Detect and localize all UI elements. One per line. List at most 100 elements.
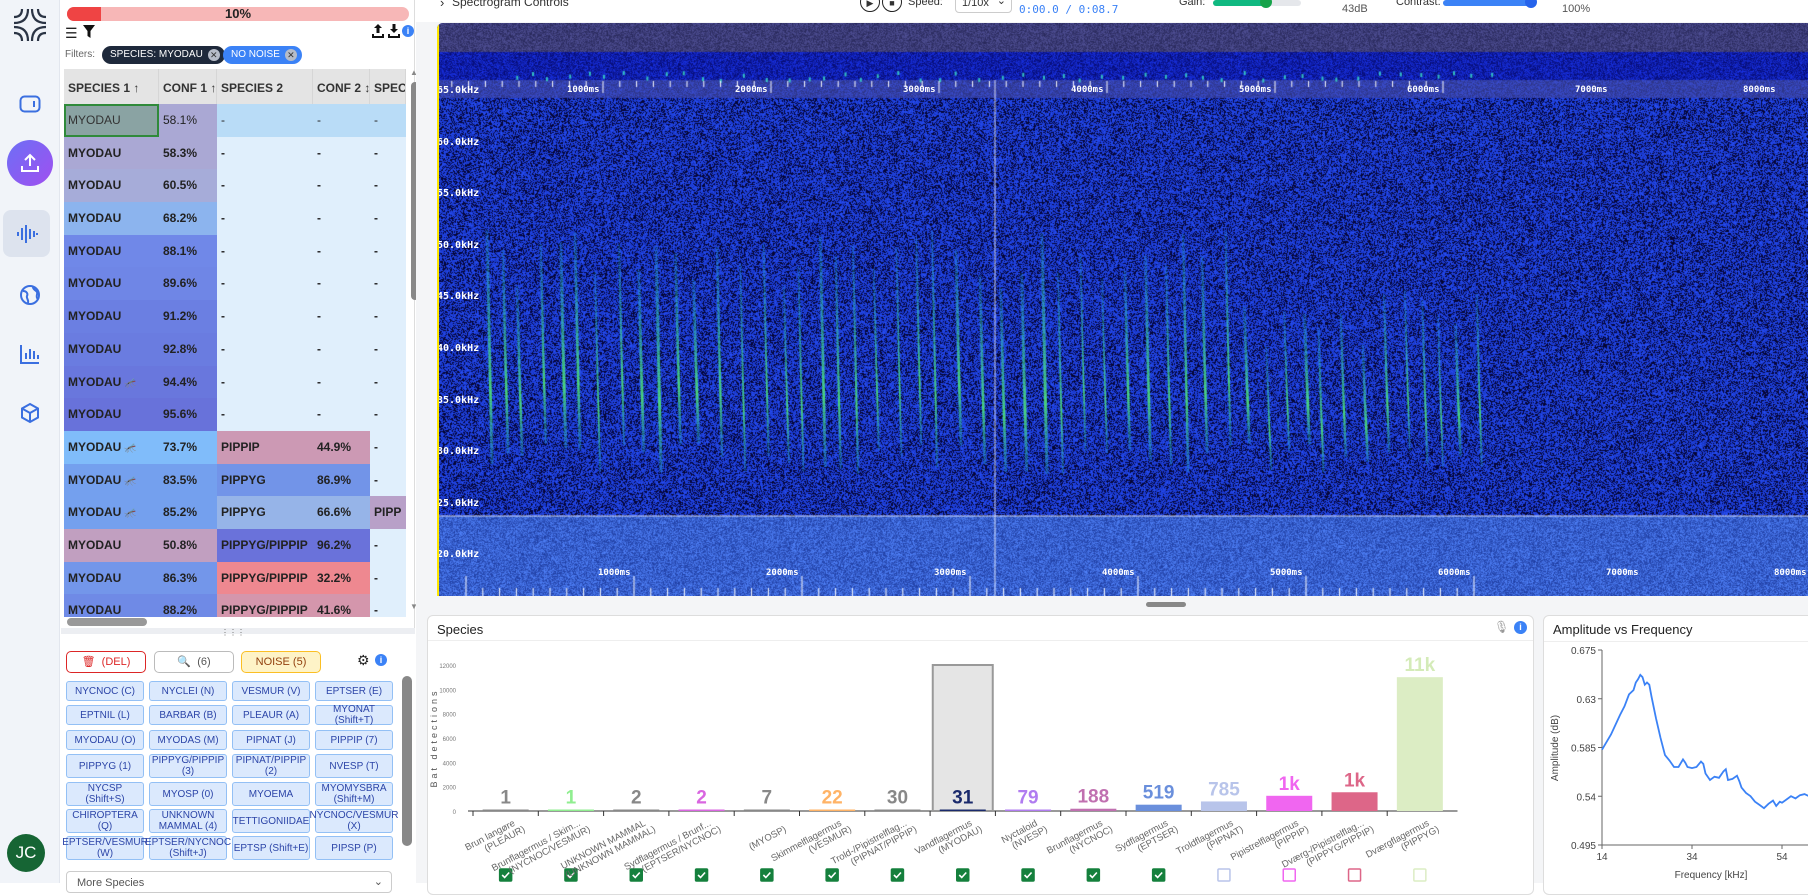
species-button[interactable]: EPTNIL (L) [66,705,144,725]
cell-conf1[interactable]: 58.3% [159,136,217,170]
species-button[interactable]: BARBAR (B) [149,705,227,725]
species-button[interactable]: PIPPYG (1) [66,754,144,778]
species-button[interactable]: NYCNOC (C) [66,681,144,701]
species-button[interactable]: MYOSP (0) [149,782,227,806]
cell-conf1[interactable]: 88.2% [159,594,217,617]
noise-button[interactable]: NOISE (5) [241,651,321,673]
cell-conf2[interactable]: - [313,300,370,333]
filter-icon[interactable] [83,25,95,43]
controls-title[interactable]: Spectrogram Controls [452,0,569,9]
table-row[interactable]: MYODAU 68.2% - - - [64,202,406,235]
species-button[interactable]: NYCLEI (N) [149,681,227,701]
search-button[interactable]: 🔍 (6) [154,651,234,673]
species-button[interactable]: UNKNOWN MAMMAL (4) [149,809,227,833]
table-row[interactable]: MYODAU 🦟 83.5% PIPPYG 86.9% - [64,463,406,497]
cell-conf1[interactable]: 60.5% [159,169,217,203]
category-checkbox[interactable] [1021,868,1035,882]
table-row[interactable]: MYODAU 🦟 94.4% - - - [64,365,406,399]
species-button[interactable]: MYONAT (Shift+T) [315,704,393,726]
cell-conf1[interactable]: 89.6% [159,267,217,301]
cell-species3[interactable]: - [370,561,406,595]
cell-species1[interactable]: MYODAU [64,561,159,595]
upload-export-icon[interactable] [371,24,385,43]
stop-button[interactable]: ■ [882,0,902,12]
cell-species1[interactable]: MYODAU 🦟 [64,430,159,464]
cell-species1[interactable]: MYODAU 🦟 [64,463,159,497]
cell-species3[interactable]: - [370,594,406,617]
download-icon[interactable] [387,24,401,43]
col-species2[interactable]: SPECIES 2 [217,69,313,104]
cell-species3[interactable]: - [370,398,406,431]
cell-conf2[interactable]: 41.6% [313,594,370,617]
species-button[interactable]: PIPPYG/PIPPIP (3) [149,754,227,778]
category-checkbox[interactable] [1282,868,1296,882]
category-checkbox[interactable] [825,868,839,882]
species-button[interactable]: TETTIGONIIDAE [232,809,310,833]
table-row[interactable]: MYODAU 58.1% - - - [64,104,406,137]
globe-icon[interactable] [10,275,50,315]
cell-species3[interactable]: - [370,300,406,333]
cell-conf2[interactable]: - [313,169,370,203]
cell-species2[interactable]: - [217,300,313,333]
cube-icon[interactable] [10,393,50,433]
category-checkbox[interactable] [629,868,643,882]
cell-conf2[interactable]: - [313,136,370,170]
cell-species1[interactable]: MYODAU [64,169,159,203]
delete-button[interactable]: 🗑 (DEL) [66,651,146,673]
cell-species2[interactable]: - [217,104,313,137]
gear-icon[interactable]: ⚙ [357,652,370,669]
panel-resize-handle[interactable] [1146,602,1186,607]
species-button[interactable]: NYCNOC/VESMUR (X) [310,809,398,833]
cell-conf1[interactable]: 95.6% [159,398,217,431]
app-logo[interactable] [10,5,50,45]
cell-species2[interactable]: - [217,267,313,301]
remove-chip-icon[interactable]: ✕ [284,49,297,61]
cell-species3[interactable]: - [370,169,406,203]
category-checkbox[interactable] [1413,868,1427,882]
category-checkbox[interactable] [1086,868,1101,882]
cell-species1[interactable]: MYODAU [64,202,159,235]
cell-conf2[interactable]: 96.2% [313,528,370,562]
cell-conf1[interactable]: 94.4% [159,365,217,399]
species-scrollbar[interactable] [402,676,412,846]
table-row[interactable]: MYODAU 91.2% - - - [64,300,406,333]
species-button[interactable]: CHIROPTERA (Q) [66,809,144,833]
cell-conf2[interactable]: 32.2% [313,561,370,595]
more-species-dropdown[interactable]: More Species ⌄ [66,871,392,893]
species-button[interactable]: PIPNAT/PIPPIP (2) [232,754,310,778]
cell-species3[interactable]: PIPP [370,496,406,529]
cell-conf2[interactable]: 86.9% [313,463,370,497]
cell-conf1[interactable]: 58.1% [159,104,217,137]
col-conf2[interactable]: CONF 2 ↕ [313,69,370,104]
col-species3[interactable]: SPEC [370,69,406,104]
cell-species2[interactable]: - [217,136,313,170]
species-button[interactable]: MYODAU (O) [66,730,144,750]
filter-chip-species[interactable]: SPECIES: MYODAU ✕ [102,46,225,64]
cell-species2[interactable]: PIPPYG/PIPPIP [217,528,313,562]
species-button[interactable]: EPTSER (E) [315,681,393,701]
cell-species1[interactable]: MYODAU [64,398,159,431]
cell-species1[interactable]: MYODAU [64,234,159,268]
table-row[interactable]: MYODAU 86.3% PIPPYG/PIPPIP 32.2% - [64,561,406,595]
contrast-slider-thumb[interactable] [1525,0,1537,8]
species-button[interactable]: EPTSP (Shift+E) [232,836,310,860]
table-row[interactable]: MYODAU 🦟 85.2% PIPPYG 66.6% PIPP [64,496,406,529]
waveform-icon[interactable] [3,210,50,257]
cell-conf1[interactable]: 83.5% [159,463,217,497]
info-icon[interactable]: i [375,654,387,666]
species-button[interactable]: MYODAS (M) [149,730,227,750]
table-row[interactable]: MYODAU 50.8% PIPPYG/PIPPIP 96.2% - [64,528,406,562]
user-avatar[interactable]: JC [7,834,45,872]
table-row[interactable]: MYODAU 88.2% PIPPYG/PIPPIP 41.6% - [64,594,406,617]
speed-select[interactable]: 1/10x ⌄ [955,0,1012,13]
cell-conf1[interactable]: 73.7% [159,430,217,464]
cell-species2[interactable]: - [217,234,313,268]
play-button[interactable]: ▶ [860,0,880,12]
species-button[interactable]: PIPNAT (J) [232,730,310,750]
cell-conf1[interactable]: 92.8% [159,332,217,366]
category-checkbox[interactable] [1151,868,1166,882]
cell-conf1[interactable]: 85.2% [159,496,217,529]
cell-species1[interactable]: MYODAU [64,267,159,301]
gain-slider[interactable] [1213,0,1301,8]
remove-chip-icon[interactable]: ✕ [207,49,220,61]
